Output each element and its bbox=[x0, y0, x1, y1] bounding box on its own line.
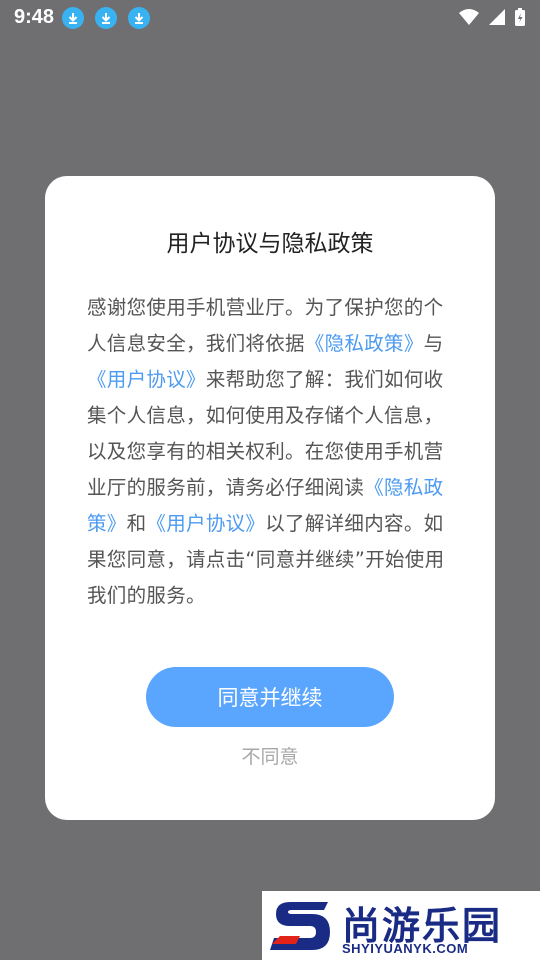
battery-charging-icon bbox=[514, 7, 526, 31]
status-time: 9:48 bbox=[14, 6, 55, 28]
user-agreement-link[interactable]: 《用户协议》 bbox=[87, 368, 206, 391]
agree-continue-button[interactable]: 同意并继续 bbox=[146, 667, 394, 727]
signal-icon bbox=[488, 8, 506, 30]
user-agreement-link[interactable]: 《用户协议》 bbox=[146, 512, 265, 535]
body-text: 与 bbox=[423, 332, 444, 355]
watermark-url: SHYIYUANYK.COM bbox=[342, 941, 469, 956]
logo-s-icon bbox=[270, 902, 330, 950]
download-icon bbox=[95, 7, 117, 29]
body-text: 和 bbox=[126, 512, 147, 535]
watermark-logo: 尚游乐园 SHYIYUANYK.COM bbox=[262, 891, 540, 960]
download-icon bbox=[62, 7, 84, 29]
download-icon bbox=[128, 7, 150, 29]
dialog-title: 用户协议与隐私政策 bbox=[166, 231, 374, 257]
dialog-body: 感谢您使用手机营业厅。为了保护您的个人信息安全，我们将依据《隐私政策》与《用户协… bbox=[87, 290, 457, 614]
status-bar: 9:48 bbox=[0, 0, 540, 36]
disagree-button[interactable]: 不同意 bbox=[45, 742, 495, 769]
privacy-policy-link[interactable]: 《隐私政策》 bbox=[305, 332, 424, 355]
wifi-icon bbox=[458, 8, 480, 30]
privacy-dialog: 用户协议与隐私政策 感谢您使用手机营业厅。为了保护您的个人信息安全，我们将依据《… bbox=[45, 176, 495, 820]
